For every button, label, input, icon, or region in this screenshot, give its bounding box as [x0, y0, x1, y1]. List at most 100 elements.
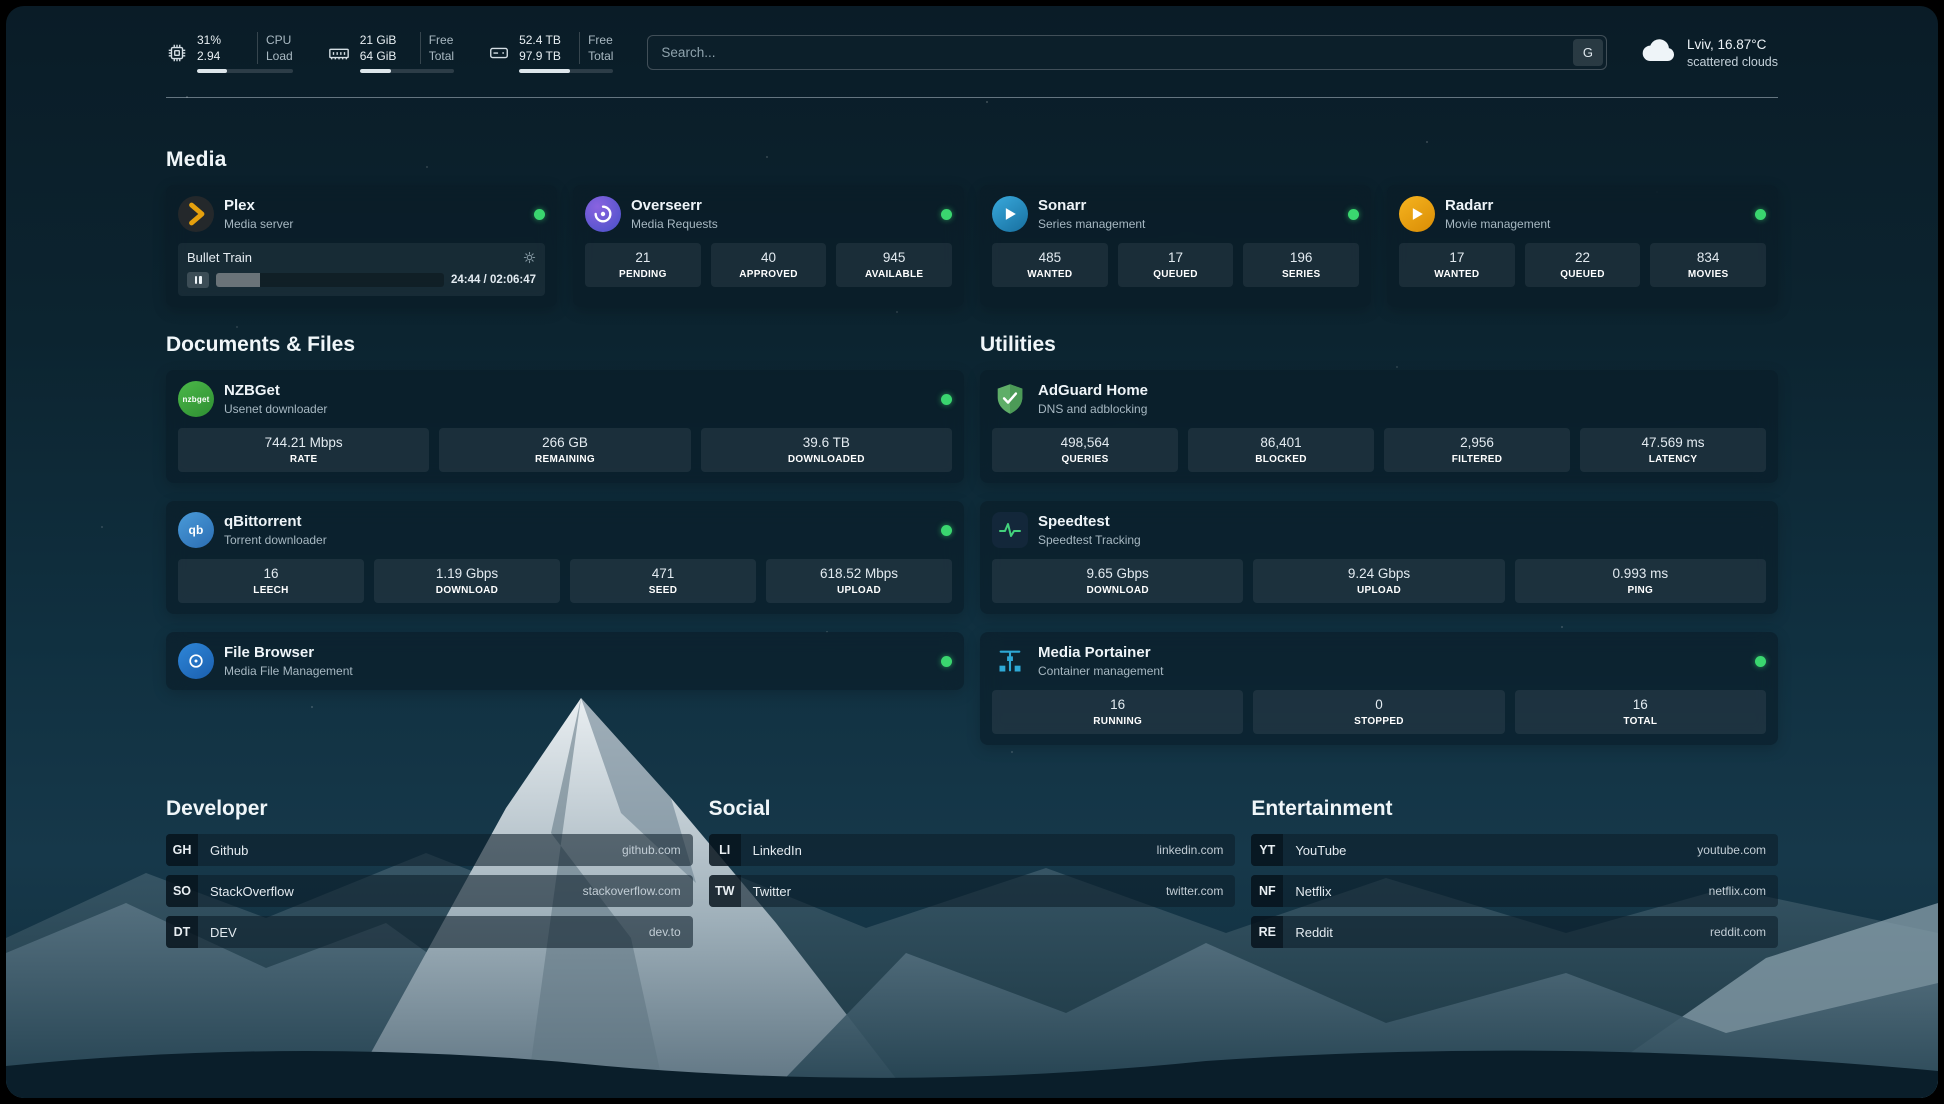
disk-total-label: Total [588, 48, 613, 64]
status-dot [1348, 209, 1359, 220]
stat-pending: 21PENDING [585, 243, 701, 287]
stat-latency: 47.569 msLATENCY [1580, 428, 1766, 472]
service-card-sonarr[interactable]: Sonarr Series management 485WANTED 17QUE… [980, 185, 1371, 307]
app-subtitle: Usenet downloader [224, 402, 327, 417]
service-card-radarr[interactable]: Radarr Movie management 17WANTED 22QUEUE… [1387, 185, 1778, 307]
pause-icon[interactable] [187, 272, 209, 288]
disk-free-label: Free [588, 32, 613, 48]
adguard-icon [992, 381, 1028, 417]
stat-remaining: 266 GBREMAINING [439, 428, 690, 472]
cpu-percent-value: 31% [197, 32, 249, 48]
playback-progress-bar [216, 273, 444, 287]
app-name: NZBGet [224, 382, 327, 400]
media-section-title: Media [166, 148, 1778, 172]
stat-upload: 618.52 MbpsUPLOAD [766, 559, 952, 603]
cpu-usage-bar [197, 69, 293, 73]
stat-download: 1.19 GbpsDOWNLOAD [374, 559, 560, 603]
social-section-title: Social [709, 797, 1236, 821]
service-card-portainer[interactable]: Media Portainer Container management 16R… [980, 632, 1778, 745]
bookmark-url: twitter.com [1166, 884, 1223, 898]
filebrowser-icon [178, 643, 214, 679]
app-name: Radarr [1445, 197, 1550, 215]
stat-blocked: 86,401BLOCKED [1188, 428, 1374, 472]
weather-location-temp: Lviv, 16.87°C [1687, 36, 1778, 54]
developer-column: Developer GH Github github.com SO StackO… [166, 797, 693, 948]
app-subtitle: Torrent downloader [224, 533, 327, 548]
documents-column: Documents & Files nzbget NZBGet Usenet d… [166, 333, 964, 690]
dev-icon: DT [166, 916, 198, 948]
plex-icon [178, 196, 214, 232]
bookmark-youtube[interactable]: YT YouTube youtube.com [1251, 834, 1778, 866]
app-name: AdGuard Home [1038, 382, 1148, 400]
service-card-filebrowser[interactable]: File Browser Media File Management [166, 632, 964, 690]
stat-stopped: 0STOPPED [1253, 690, 1504, 734]
snow-specks [6, 6, 8, 8]
bookmark-url: github.com [622, 843, 681, 857]
cpu-icon [166, 42, 188, 64]
app-subtitle: Media File Management [224, 664, 353, 679]
nzbget-icon: nzbget [178, 381, 214, 417]
plex-now-playing: Bullet Train 24:44 / 02:06:47 [178, 243, 545, 296]
stat-leech: 16LEECH [178, 559, 364, 603]
ram-total-label: Total [429, 48, 454, 64]
app-subtitle: Container management [1038, 664, 1163, 679]
bookmark-url: netflix.com [1709, 884, 1766, 898]
service-card-speedtest[interactable]: Speedtest Speedtest Tracking 9.65 GbpsDO… [980, 501, 1778, 614]
status-dot [941, 209, 952, 220]
stat-seed: 471SEED [570, 559, 756, 603]
service-card-plex[interactable]: Plex Media server Bullet Train [166, 185, 557, 307]
bookmark-netflix[interactable]: NF Netflix netflix.com [1251, 875, 1778, 907]
youtube-icon: YT [1251, 834, 1283, 866]
status-dot [1755, 209, 1766, 220]
overseerr-icon [585, 196, 621, 232]
service-card-adguard[interactable]: AdGuard Home DNS and adblocking 498,564Q… [980, 370, 1778, 483]
status-dot [941, 656, 952, 667]
app-name: Speedtest [1038, 513, 1141, 531]
bookmark-name: StackOverflow [210, 884, 294, 899]
ram-widget: 21 GiB 64 GiB Free Total [327, 32, 454, 73]
bookmark-dev[interactable]: DT DEV dev.to [166, 916, 693, 948]
bookmark-linkedin[interactable]: LI LinkedIn linkedin.com [709, 834, 1236, 866]
disk-free-value: 52.4 TB [519, 32, 571, 48]
bookmark-github[interactable]: GH Github github.com [166, 834, 693, 866]
utilities-column: Utilities AdGuard Home DNS and adblockin… [980, 333, 1778, 745]
bookmark-url: dev.to [649, 925, 681, 939]
ram-free-label: Free [429, 32, 454, 48]
now-playing-title: Bullet Train [187, 250, 252, 265]
bookmark-name: DEV [210, 925, 237, 940]
bookmark-name: Reddit [1295, 925, 1333, 940]
search-input[interactable] [647, 35, 1607, 70]
app-name: qBittorrent [224, 513, 327, 531]
status-dot [1755, 656, 1766, 667]
bookmark-url: linkedin.com [1157, 843, 1224, 857]
stat-queries: 498,564QUERIES [992, 428, 1178, 472]
netflix-icon: NF [1251, 875, 1283, 907]
bookmark-stackoverflow[interactable]: SO StackOverflow stackoverflow.com [166, 875, 693, 907]
documents-section-title: Documents & Files [166, 333, 964, 357]
cpu-load-value: 2.94 [197, 48, 249, 64]
stat-download: 9.65 GbpsDOWNLOAD [992, 559, 1243, 603]
service-card-overseerr[interactable]: Overseerr Media Requests 21PENDING 40APP… [573, 185, 964, 307]
app-name: Sonarr [1038, 197, 1145, 215]
cloud-icon [1641, 36, 1677, 69]
search-engine-badge[interactable]: G [1573, 39, 1603, 66]
service-card-nzbget[interactable]: nzbget NZBGet Usenet downloader 744.21 M… [166, 370, 964, 483]
app-name: Overseerr [631, 197, 718, 215]
reddit-icon: RE [1251, 916, 1283, 948]
twitter-icon: TW [709, 875, 741, 907]
portainer-icon [992, 643, 1028, 679]
weather-condition: scattered clouds [1687, 54, 1778, 70]
gear-icon[interactable] [523, 251, 536, 264]
stat-approved: 40APPROVED [711, 243, 827, 287]
qbittorrent-icon: qb [178, 512, 214, 548]
stat-movies: 834MOVIES [1650, 243, 1766, 287]
bookmark-twitter[interactable]: TW Twitter twitter.com [709, 875, 1236, 907]
app-subtitle: Movie management [1445, 217, 1550, 232]
bookmark-name: Netflix [1295, 884, 1331, 899]
bookmark-reddit[interactable]: RE Reddit reddit.com [1251, 916, 1778, 948]
service-card-qbittorrent[interactable]: qb qBittorrent Torrent downloader 16LEEC… [166, 501, 964, 614]
disk-widget: 52.4 TB 97.9 TB Free Total [488, 32, 613, 73]
bookmark-name: Github [210, 843, 248, 858]
status-dot [534, 209, 545, 220]
speedtest-icon [992, 512, 1028, 548]
